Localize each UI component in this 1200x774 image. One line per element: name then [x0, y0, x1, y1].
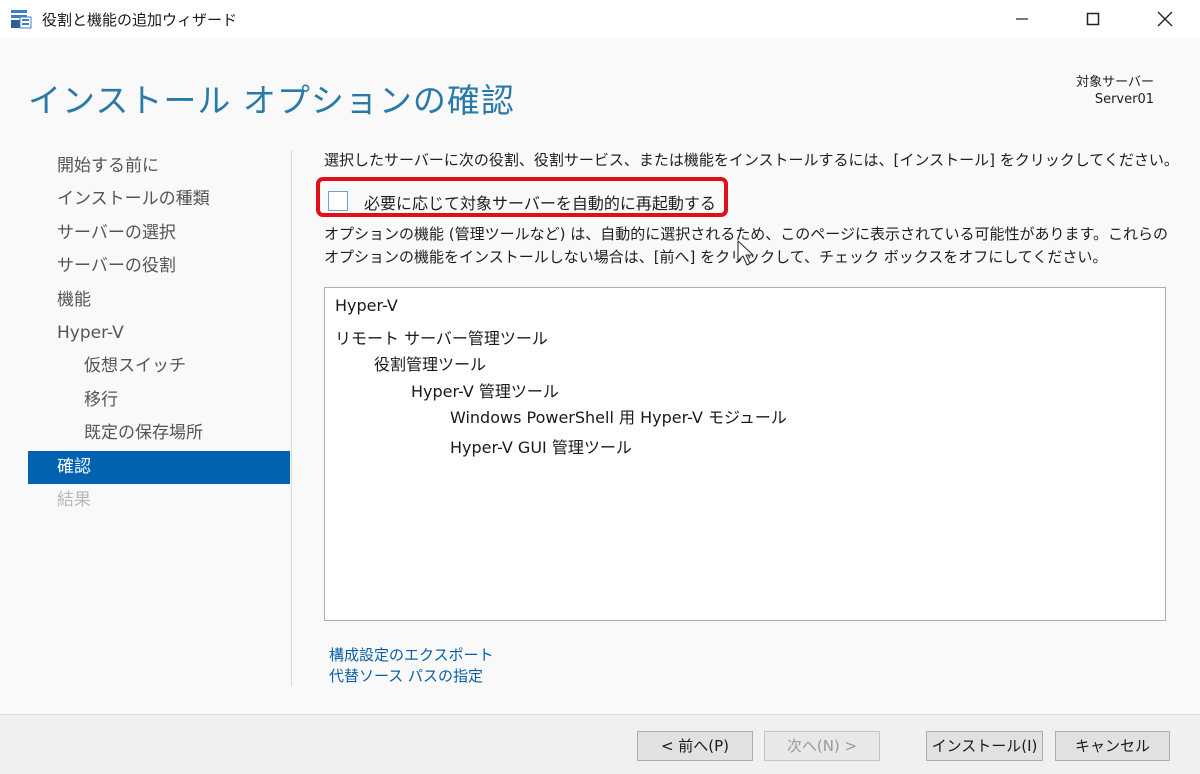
intro-text: 選択したサーバーに次の役割、役割サービス、または機能をインストールするには、[イ… [324, 151, 1179, 169]
page-title: インストール オプションの確認 [28, 81, 515, 120]
alternate-source-link[interactable]: 代替ソース パスの指定 [329, 666, 494, 687]
close-icon [1157, 11, 1173, 27]
nav-item-server-selection[interactable]: サーバーの選択 [28, 217, 290, 250]
minimize-button[interactable] [990, 0, 1054, 38]
feature-item: Hyper-V 管理ツール [411, 382, 559, 401]
cancel-button[interactable]: キャンセル [1055, 731, 1170, 761]
feature-item: Windows PowerShell 用 Hyper-V モジュール [450, 408, 787, 427]
feature-list: Hyper-V リモート サーバー管理ツール 役割管理ツール Hyper-V 管… [324, 287, 1166, 621]
target-server-info: 対象サーバー Server01 [1076, 74, 1154, 108]
nav-item-hyper-v[interactable]: Hyper-V [28, 317, 290, 350]
feature-item: 役割管理ツール [374, 355, 487, 374]
nav-item-features[interactable]: 機能 [28, 284, 290, 317]
feature-item: Hyper-V GUI 管理ツール [450, 438, 632, 457]
nav-item-results: 結果 [57, 489, 91, 510]
server-manager-icon [10, 9, 32, 29]
install-button[interactable]: インストール(I) [926, 731, 1043, 761]
window-title: 役割と機能の追加ウィザード [42, 11, 238, 29]
target-server-label: 対象サーバー [1076, 75, 1154, 90]
close-button[interactable] [1133, 0, 1197, 38]
minimize-icon [1016, 18, 1028, 20]
feature-item: リモート サーバー管理ツール [335, 329, 548, 348]
nav-divider [291, 150, 292, 686]
wizard-footer: < 前へ(P) 次へ(N) > インストール(I) キャンセル [0, 714, 1200, 774]
wizard-steps-nav: 開始する前に インストールの種類 サーバーの選択 サーバーの役割 機能 Hype… [28, 150, 290, 517]
nav-item-virtual-switches[interactable]: 仮想スイッチ [28, 350, 290, 383]
nav-item-default-stores[interactable]: 既定の保存場所 [28, 417, 290, 450]
feature-item: Hyper-V [335, 296, 398, 315]
next-button: 次へ(N) > [764, 731, 880, 761]
links-area: 構成設定のエクスポート 代替ソース パスの指定 [329, 645, 494, 687]
nav-item-confirmation[interactable]: 確認 [28, 450, 290, 484]
mouse-cursor-icon [737, 240, 754, 266]
target-server-value: Server01 [1094, 92, 1154, 107]
export-config-link[interactable]: 構成設定のエクスポート [329, 645, 494, 666]
nav-item-before-you-begin[interactable]: 開始する前に [28, 150, 290, 183]
restart-checkbox-label[interactable]: 必要に応じて対象サーバーを自動的に再起動する [364, 190, 716, 214]
nav-item-installation-type[interactable]: インストールの種類 [28, 183, 290, 216]
nav-item-migration[interactable]: 移行 [28, 384, 290, 417]
title-bar: 役割と機能の追加ウィザード [0, 0, 1200, 38]
previous-button[interactable]: < 前へ(P) [637, 731, 753, 761]
nav-item-server-roles[interactable]: サーバーの役割 [28, 250, 290, 283]
restart-checkbox[interactable] [328, 191, 348, 211]
maximize-icon [1086, 12, 1100, 26]
maximize-button[interactable] [1061, 0, 1125, 38]
wizard-body: インストール オプションの確認 対象サーバー Server01 開始する前に イ… [0, 38, 1200, 714]
